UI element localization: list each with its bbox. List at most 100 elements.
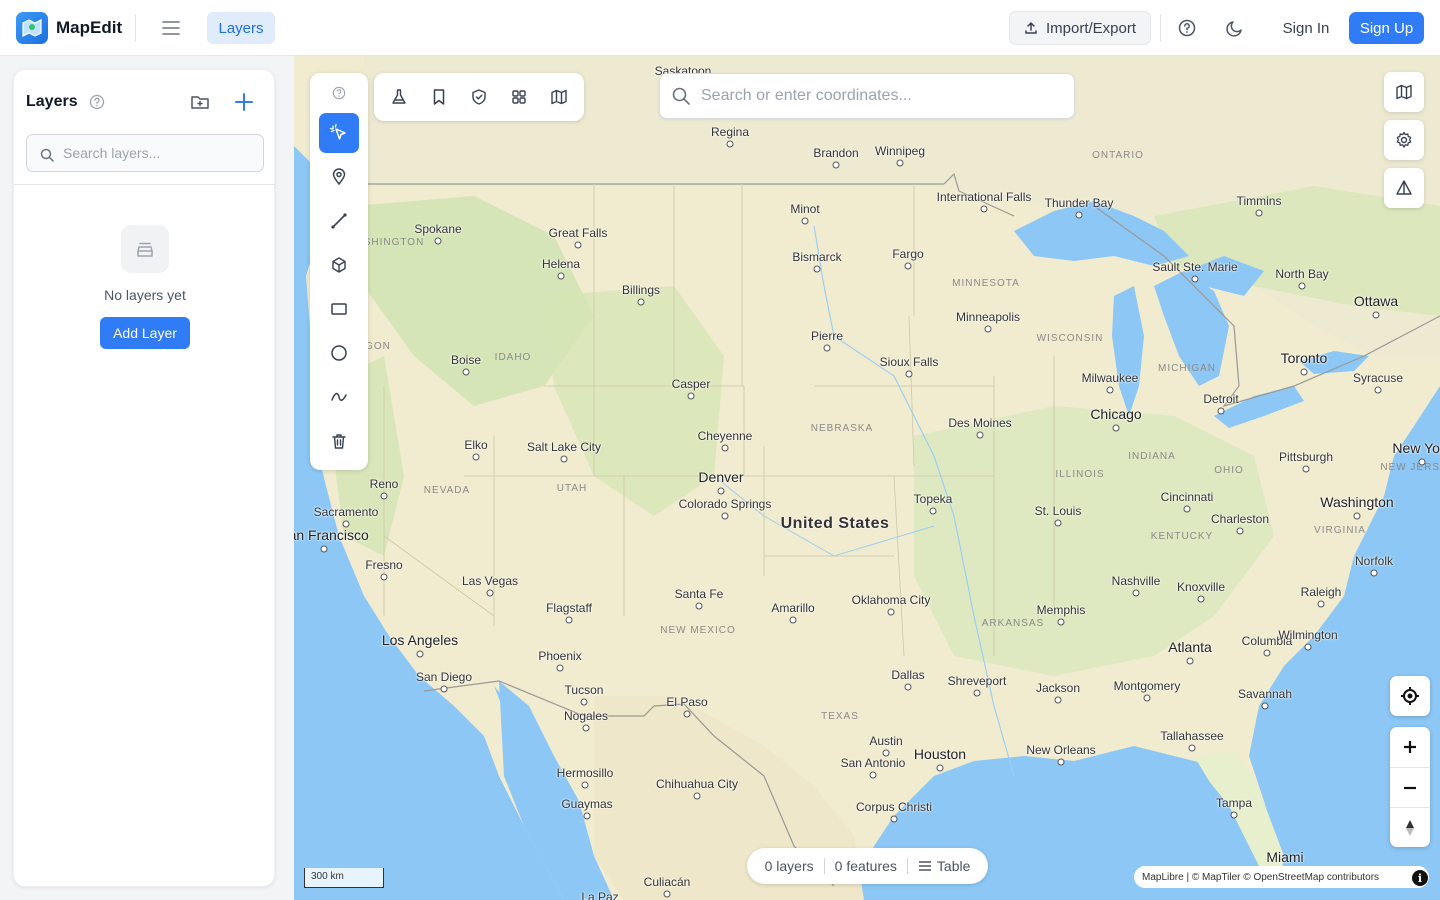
map-attribution: MapLibre | © MapTiler © OpenStreetMap co… [1134, 866, 1429, 888]
new-folder-icon[interactable] [190, 92, 210, 112]
city-label: Chihuahua City [655, 777, 739, 791]
table-button[interactable]: Table [918, 858, 970, 874]
map-search-input[interactable]: Search or enter coordinates... [659, 73, 1075, 119]
help-icon[interactable] [319, 75, 359, 111]
region-label: OHIO [1214, 465, 1244, 476]
help-icon[interactable] [89, 94, 105, 110]
city-dot [1075, 211, 1083, 219]
city-label: Thunder Bay [1044, 196, 1114, 210]
city-label: Boise [450, 353, 482, 367]
terrain-triangle-icon[interactable] [1384, 168, 1424, 208]
city-dot [1317, 600, 1325, 608]
city-label: Helena [541, 257, 581, 271]
country-label: United States [780, 515, 890, 532]
city-label: Toronto [1280, 350, 1328, 366]
bookmark-icon[interactable] [427, 85, 451, 109]
trash-icon[interactable] [319, 421, 359, 461]
region-label: NEVADA [423, 485, 471, 496]
city-label: Sacramento [313, 505, 379, 519]
city-label: Elko [464, 438, 488, 452]
search-icon [39, 147, 55, 163]
city-label: Timmins [1236, 194, 1282, 208]
dark-mode-moon-icon[interactable] [1221, 14, 1249, 42]
city-dot [801, 217, 809, 225]
city-label: St. Louis [1034, 504, 1082, 518]
city-label: Norfolk [1354, 554, 1394, 568]
city-label: Jackson [1035, 681, 1081, 695]
basemap-map-icon[interactable] [1384, 72, 1424, 112]
select-pointer-icon[interactable] [319, 113, 359, 153]
city-dot [1372, 311, 1380, 319]
city-dot [693, 792, 701, 800]
city-dot [984, 325, 992, 333]
polygon-cube-icon[interactable] [319, 245, 359, 285]
flask-icon[interactable] [387, 85, 411, 109]
city-dot [976, 431, 984, 439]
city-label: North Bay [1275, 267, 1329, 281]
region-label: ARKANSAS [981, 618, 1045, 629]
city-dot [823, 344, 831, 352]
region-label: TEXAS [821, 711, 859, 722]
map-basemap [294, 56, 1440, 900]
sign-up-button[interactable]: Sign Up [1349, 12, 1424, 44]
divider [823, 858, 825, 874]
sign-in-button[interactable]: Sign In [1270, 12, 1342, 44]
city-label: Amarillo [771, 601, 815, 615]
city-dot [1183, 505, 1191, 513]
grid-icon[interactable] [507, 85, 531, 109]
rectangle-tool-icon[interactable] [319, 289, 359, 329]
city-dot [574, 241, 582, 249]
import-export-button[interactable]: Import/Export [1009, 11, 1151, 45]
status-bar: 0 layers 0 features Table [747, 848, 988, 884]
city-label: Flagstaff [546, 601, 592, 615]
add-layer-plus-icon[interactable] [233, 91, 255, 113]
map-icon[interactable] [547, 85, 571, 109]
city-label: Chicago [1090, 406, 1142, 422]
map-tools-toolbar [374, 73, 584, 121]
city-label: Cheyenne [697, 429, 753, 443]
layers-panel: Layers Search layers... No layers yet Ad… [13, 69, 276, 887]
shield-check-icon[interactable] [467, 85, 491, 109]
city-label: Savannah [1237, 687, 1293, 701]
city-dot [1054, 519, 1062, 527]
city-label: Miami [1266, 849, 1304, 865]
zoom-in-plus-icon[interactable] [1390, 727, 1430, 767]
city-dot [1143, 694, 1151, 702]
city-dot [905, 370, 913, 378]
circle-tool-icon[interactable] [319, 333, 359, 373]
map-canvas[interactable]: ONTARIO SHINGTON MINNESOTA GON IDAHO WIS… [294, 56, 1440, 900]
city-dot [904, 683, 912, 691]
city-dot [1112, 424, 1120, 432]
city-dot [663, 890, 671, 898]
city-dot [887, 608, 895, 616]
city-label: Pittsburgh [1278, 450, 1334, 464]
city-dot [1263, 649, 1271, 657]
city-label: International Falls [936, 190, 1032, 204]
city-dot [1261, 702, 1269, 710]
app-name: MapEdit [56, 18, 123, 37]
zoom-out-minus-icon[interactable] [1390, 767, 1430, 807]
city-label: Tampa [1215, 796, 1253, 810]
city-label: Colorado Springs [678, 497, 772, 511]
locate-target-icon[interactable] [1390, 676, 1430, 716]
help-icon[interactable] [1173, 14, 1201, 42]
region-label: INDIANA [1128, 451, 1176, 462]
city-label: Fargo [892, 247, 924, 261]
city-dot [565, 616, 573, 624]
tab-layers[interactable]: Layers [207, 12, 275, 44]
app-logo-icon[interactable] [16, 12, 48, 44]
marker-pin-icon[interactable] [319, 157, 359, 197]
region-label: GON [365, 341, 391, 352]
freehand-curve-icon[interactable] [319, 377, 359, 417]
info-icon[interactable]: i [1412, 870, 1428, 886]
settings-gear-icon[interactable] [1384, 120, 1424, 160]
region-label: NEW JERSE [1380, 462, 1440, 473]
line-tool-icon[interactable] [319, 201, 359, 241]
layer-search-input[interactable]: Search layers... [26, 134, 264, 172]
add-layer-button[interactable]: Add Layer [100, 317, 190, 349]
city-label: Nogales [563, 709, 609, 723]
compass-north-icon[interactable] [1390, 807, 1430, 847]
city-label: Topeka [913, 492, 953, 506]
region-label: KENTUCKY [1150, 531, 1214, 542]
menu-icon[interactable] [157, 14, 185, 42]
